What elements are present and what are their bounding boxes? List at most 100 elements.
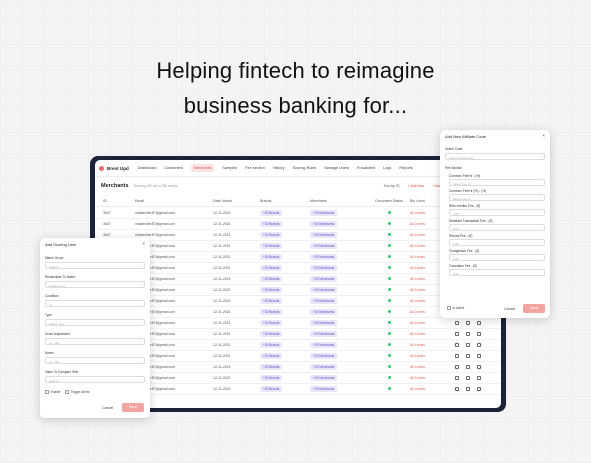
- merchants-badge[interactable]: +20 Merchants: [310, 298, 338, 304]
- merchants-badge[interactable]: +20 Merchants: [310, 287, 338, 293]
- sort-dropdown[interactable]: Sort by: ID: [384, 184, 400, 188]
- edit-icon[interactable]: [466, 332, 470, 336]
- code-select[interactable]: Search Code Here ⌄: [445, 153, 545, 160]
- nav-samples[interactable]: Samples: [222, 166, 237, 170]
- brands-badge[interactable]: +20 Brands: [260, 243, 283, 249]
- col-date[interactable]: Date Joined: [213, 199, 260, 206]
- nav-dashboard[interactable]: Dashboard: [138, 166, 157, 170]
- view-icon[interactable]: [455, 332, 459, 336]
- brands-badge[interactable]: +20 Brands: [260, 375, 283, 381]
- delete-icon[interactable]: [477, 354, 481, 358]
- brands-badge[interactable]: +20 Brands: [260, 287, 283, 293]
- brands-badge[interactable]: +20 Brands: [260, 298, 283, 304]
- view-icon[interactable]: [455, 321, 459, 325]
- merchants-badge[interactable]: +20 Merchants: [310, 364, 338, 370]
- delete-icon[interactable]: [477, 343, 481, 347]
- view-icon[interactable]: [455, 354, 459, 358]
- table-row[interactable]: 3547mikaeniller87@gmail.com12-11-2021+20…: [95, 340, 501, 351]
- col-id[interactable]: ID: [95, 199, 135, 206]
- merchants-badge[interactable]: +20 Merchants: [310, 210, 338, 216]
- brands-badge[interactable]: +20 Brands: [260, 353, 283, 359]
- edit-icon[interactable]: [466, 387, 470, 391]
- col-document-status[interactable]: Document Status: [368, 199, 410, 206]
- field-input[interactable]: 0.00: [449, 254, 545, 261]
- delete-icon[interactable]: [477, 332, 481, 336]
- brands-badge[interactable]: +20 Brands: [260, 331, 283, 337]
- merchants-badge[interactable]: +20 Merchants: [310, 331, 338, 337]
- close-icon[interactable]: ×: [542, 133, 545, 138]
- brands-badge[interactable]: +20 Brands: [260, 254, 283, 260]
- field-input[interactable]: e.g. 8% ⌄: [45, 357, 145, 364]
- is-active-checkbox[interactable]: Is Active: [447, 306, 464, 310]
- field-input[interactable]: AI ⌄: [45, 300, 145, 307]
- field-input[interactable]: Entitle Level ⌄: [45, 281, 145, 288]
- merchants-badge[interactable]: +20 Merchants: [310, 265, 338, 271]
- brands-badge[interactable]: +20 Brands: [260, 320, 283, 326]
- brands-badge[interactable]: +20 Brands: [260, 221, 283, 227]
- table-row[interactable]: 3547mikaeniller87@gmail.com12-11-2021+20…: [95, 373, 501, 384]
- delete-icon[interactable]: [477, 376, 481, 380]
- close-icon[interactable]: ×: [142, 241, 145, 246]
- view-icon[interactable]: [455, 376, 459, 380]
- table-row[interactable]: 3547mikaeniller87@gmail.com12-11-2021+20…: [95, 318, 501, 329]
- nav-logs[interactable]: Logs: [383, 166, 391, 170]
- field-input[interactable]: 0.00: [449, 224, 545, 231]
- brands-badge[interactable]: +20 Brands: [260, 276, 283, 282]
- merchants-badge[interactable]: +20 Merchants: [310, 221, 338, 227]
- cancel-button[interactable]: Cancel: [102, 406, 113, 410]
- delete-icon[interactable]: [477, 387, 481, 391]
- edit-icon[interactable]: [466, 343, 470, 347]
- merchants-badge[interactable]: +20 Merchants: [310, 276, 338, 282]
- field-input[interactable]: 0.00: [449, 269, 545, 276]
- table-row[interactable]: 3547mikaeniller87@gmail.com12-11-2021+20…: [95, 351, 501, 362]
- brands-badge[interactable]: +20 Brands: [260, 309, 283, 315]
- merchants-badge[interactable]: +20 Merchants: [310, 353, 338, 359]
- field-input[interactable]: 0.00: [449, 209, 545, 216]
- view-icon[interactable]: [455, 343, 459, 347]
- nav-reports[interactable]: Reports: [399, 166, 412, 170]
- field-input[interactable]: Search ⌄: [45, 262, 145, 269]
- brands-badge[interactable]: +20 Brands: [260, 210, 283, 216]
- merchants-badge[interactable]: +20 Merchants: [310, 254, 338, 260]
- brands-badge[interactable]: +20 Brands: [260, 386, 283, 392]
- merchants-badge[interactable]: +20 Merchants: [310, 342, 338, 348]
- merchants-badge[interactable]: +20 Merchants: [310, 232, 338, 238]
- merchants-badge[interactable]: +20 Merchants: [310, 375, 338, 381]
- save-button[interactable]: Save: [122, 403, 144, 412]
- view-icon[interactable]: [455, 365, 459, 369]
- nav-customers[interactable]: Customers: [164, 166, 182, 170]
- nav-scoring-rules[interactable]: Scoring Rules: [293, 166, 317, 170]
- cancel-button[interactable]: Cancel: [504, 307, 515, 311]
- delete-icon[interactable]: [477, 365, 481, 369]
- merchants-badge[interactable]: +20 Merchants: [310, 309, 338, 315]
- nav-merchants[interactable]: Merchants: [190, 164, 215, 172]
- merchants-badge[interactable]: +20 Merchants: [310, 320, 338, 326]
- nav-fee-section[interactable]: Fee section: [245, 166, 265, 170]
- edit-icon[interactable]: [466, 354, 470, 358]
- merchants-badge[interactable]: +20 Merchants: [310, 386, 338, 392]
- field-input[interactable]: Select Fee % ⌄: [449, 194, 545, 201]
- brands-badge[interactable]: +20 Brands: [260, 232, 283, 238]
- col-email[interactable]: Email: [135, 199, 213, 206]
- table-row[interactable]: 3547mikaeniller87@gmail.com12-11-2021+20…: [95, 329, 501, 340]
- field-input[interactable]: Search ⌄: [45, 376, 145, 383]
- col-merchants[interactable]: Merchants: [310, 199, 368, 206]
- checkbox[interactable]: Enable: [45, 390, 60, 394]
- nav-history[interactable]: History: [273, 166, 285, 170]
- merchants-badge[interactable]: +20 Merchants: [310, 243, 338, 249]
- table-row[interactable]: 3547mikaeniller87@gmail.com12-11-2021+20…: [95, 384, 501, 395]
- nav-manage-users[interactable]: Manage Users: [324, 166, 349, 170]
- field-input[interactable]: Select Type ⌄: [45, 319, 145, 326]
- edit-icon[interactable]: [466, 365, 470, 369]
- view-icon[interactable]: [455, 387, 459, 391]
- field-input[interactable]: e.g. 8% ⌄: [45, 338, 145, 345]
- brands-badge[interactable]: +20 Brands: [260, 342, 283, 348]
- brands-badge[interactable]: +20 Brands: [260, 364, 283, 370]
- nav-fraudulent[interactable]: Fraudulent: [357, 166, 375, 170]
- field-input[interactable]: 0.00: [449, 239, 545, 246]
- col-brands[interactable]: Brands: [260, 199, 310, 206]
- edit-icon[interactable]: [466, 376, 470, 380]
- field-input[interactable]: Select Fee % ⌄: [449, 179, 545, 186]
- add-new-button[interactable]: + Add New: [408, 184, 425, 188]
- table-row[interactable]: 3547mikaeniller87@gmail.com12-11-2021+20…: [95, 362, 501, 373]
